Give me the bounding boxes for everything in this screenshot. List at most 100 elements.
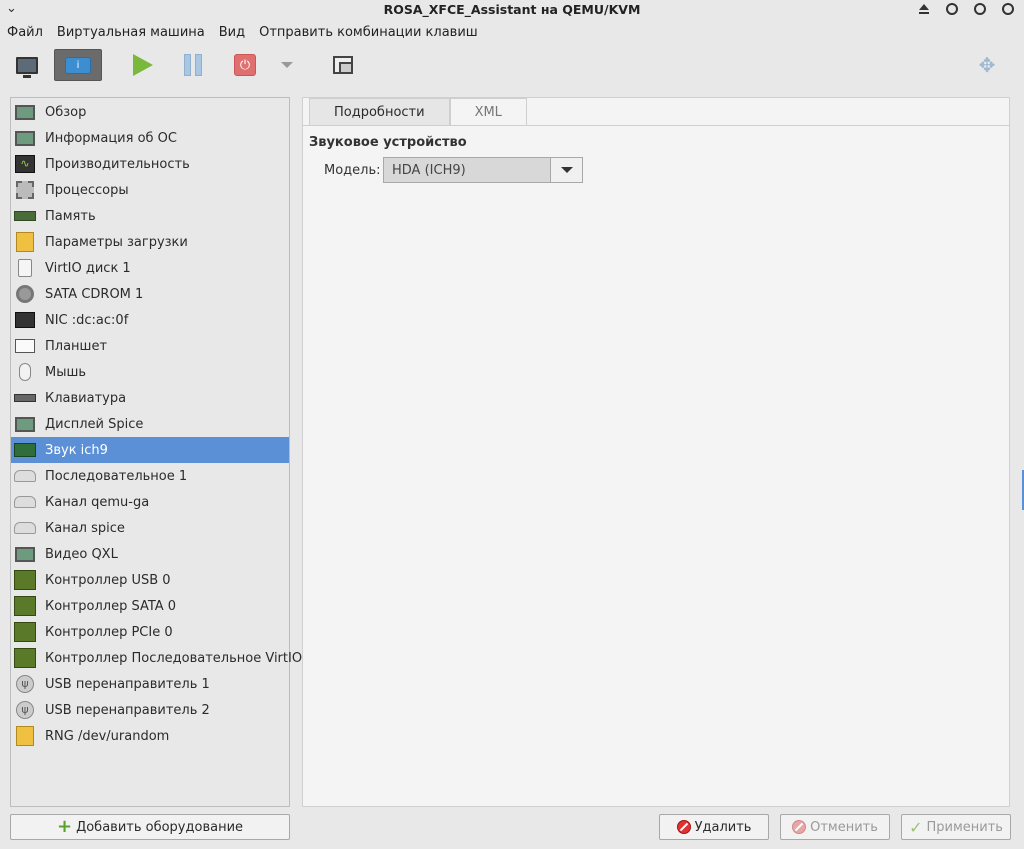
window-title: ROSA_XFCE_Assistant на QEMU/KVM [383,2,641,17]
hardware-item-label: Информация об ОС [45,130,177,146]
channel-icon [14,492,36,512]
hardware-item[interactable]: Контроллер Последовательное VirtIO 0 [11,645,314,671]
model-dropdown-button[interactable] [550,158,582,182]
performance-icon: ∿ [14,154,36,174]
model-select-value: HDA (ICH9) [392,162,466,178]
snapshots-button[interactable] [326,49,360,81]
hardware-item-label: Канал qemu-ga [45,494,150,510]
hardware-item[interactable]: SATA CDROM 1 [11,281,289,307]
monitor-icon [14,128,36,148]
play-icon [133,54,153,76]
snapshot-icon [333,56,353,74]
hardware-item-label: Клавиатура [45,390,127,406]
hardware-item[interactable]: NIC :dc:ac:0f [11,307,289,333]
network-icon [14,310,36,330]
hardware-item[interactable]: Контроллер SATA 0 [11,593,289,619]
run-button[interactable] [126,49,160,81]
hardware-item[interactable]: Контроллер USB 0 [11,567,289,593]
controller-icon [14,570,36,590]
apply-button[interactable]: ✓ Применить [901,814,1011,840]
display-icon [14,414,36,434]
hardware-item[interactable]: Параметры загрузки [11,229,289,255]
tabs-divider [303,125,1009,126]
hardware-item[interactable]: Видео QXL [11,541,289,567]
hardware-item[interactable]: Дисплей Spice [11,411,289,437]
check-icon: ✓ [909,817,923,837]
hardware-item-label: Производительность [45,156,190,172]
minimize-window-icon[interactable] [946,3,958,15]
hardware-item-label: Последовательное 1 [45,468,188,484]
shade-window-icon[interactable] [918,3,930,15]
section-title: Звуковое устройство [309,135,467,150]
power-icon: ⏻ [234,54,256,76]
menu-virtual-machine[interactable]: Виртуальная машина [50,22,212,44]
video-icon [14,544,36,564]
controller-icon [14,622,36,642]
monitor-icon [14,102,36,122]
hardware-item[interactable]: Обзор [11,99,289,125]
maximize-window-icon[interactable] [974,3,986,15]
hardware-list[interactable]: Обзор Информация об ОС ∿ Производительность… [10,97,314,807]
channel-icon [14,518,36,538]
hardware-item[interactable]: Канал spice [11,515,289,541]
tab-xml[interactable]: XML [449,98,527,125]
tablet-icon [14,336,36,356]
fullscreen-button[interactable]: ✥ [970,49,1004,81]
hardware-item[interactable]: ψ USB перенаправитель 1 [11,671,289,697]
show-console-button[interactable] [10,49,44,81]
hardware-item-label: Контроллер Последовательное VirtIO 0 [45,650,315,666]
keyboard-icon [14,388,36,408]
remove-button[interactable]: Удалить [659,814,769,840]
hardware-item[interactable]: ∿ Производительность [11,151,289,177]
model-label: Модель: [324,163,381,178]
hardware-item[interactable]: Информация об ОС [11,125,289,151]
hardware-item[interactable]: Процессоры [11,177,289,203]
memory-icon [14,206,36,226]
hardware-item-label: Память [45,208,96,224]
add-hardware-button[interactable]: + Добавить оборудование [10,814,290,840]
hardware-item[interactable]: Планшет [11,333,289,359]
hardware-item[interactable]: Память [11,203,289,229]
cancel-icon [792,820,807,834]
hardware-item[interactable]: Звук ich9 [11,437,289,463]
hardware-item-label: RNG /dev/urandom [45,728,170,744]
add-hardware-label: Добавить оборудование [76,819,244,835]
hardware-item-label: Канал spice [45,520,125,536]
cancel-label: Отменить [810,819,878,835]
hardware-item[interactable]: Мышь [11,359,289,385]
hardware-item-label: Звук ich9 [45,442,108,458]
menu-send-key[interactable]: Отправить комбинации клавиш [252,22,485,44]
menu-file[interactable]: Файл [0,22,50,44]
fullscreen-icon: ✥ [978,53,996,77]
hardware-item[interactable]: ψ USB перенаправитель 2 [11,697,289,723]
hardware-item[interactable]: Контроллер PCIe 0 [11,619,289,645]
hardware-item-label: USB перенаправитель 1 [45,676,210,692]
info-icon: i [65,56,91,74]
apply-label: Применить [926,819,1003,835]
tab-details[interactable]: Подробности [309,98,450,125]
show-details-button[interactable]: i [54,49,102,81]
pause-button[interactable] [176,49,210,81]
hardware-item[interactable]: Последовательное 1 [11,463,289,489]
hardware-item-label: Контроллер USB 0 [45,572,171,588]
hardware-item-label: Дисплей Spice [45,416,144,432]
model-select[interactable]: HDA (ICH9) [383,157,583,183]
hardware-item-label: NIC :dc:ac:0f [45,312,129,328]
disk-icon [14,258,36,278]
close-window-icon[interactable] [1002,3,1014,15]
hardware-item[interactable]: VirtIO диск 1 [11,255,289,281]
usb-icon: ψ [14,674,36,694]
hardware-item[interactable]: Канал qemu-ga [11,489,289,515]
shutdown-button[interactable]: ⏻ [228,49,262,81]
hardware-item-label: VirtIO диск 1 [45,260,131,276]
cdrom-icon [14,284,36,304]
cancel-button[interactable]: Отменить [780,814,890,840]
cpu-icon [14,180,36,200]
hardware-item[interactable]: Клавиатура [11,385,289,411]
shutdown-menu-dropdown[interactable] [276,49,298,81]
chevron-down-icon [281,62,293,68]
hardware-item-label: Видео QXL [45,546,118,562]
menu-view[interactable]: Вид [212,22,252,44]
hardware-item[interactable]: RNG /dev/urandom [11,723,289,749]
title-bar: ⌄ ROSA_XFCE_Assistant на QEMU/KVM [0,0,1024,20]
